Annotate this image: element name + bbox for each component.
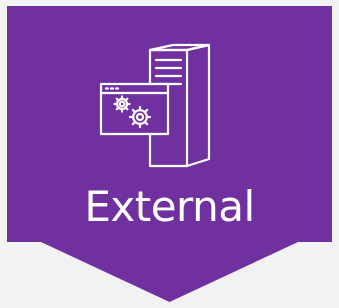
application-window-icon: [99, 82, 170, 136]
tile-shape: [7, 6, 332, 302]
tile-label: External: [84, 182, 255, 231]
external-tile[interactable]: External: [0, 0, 339, 308]
